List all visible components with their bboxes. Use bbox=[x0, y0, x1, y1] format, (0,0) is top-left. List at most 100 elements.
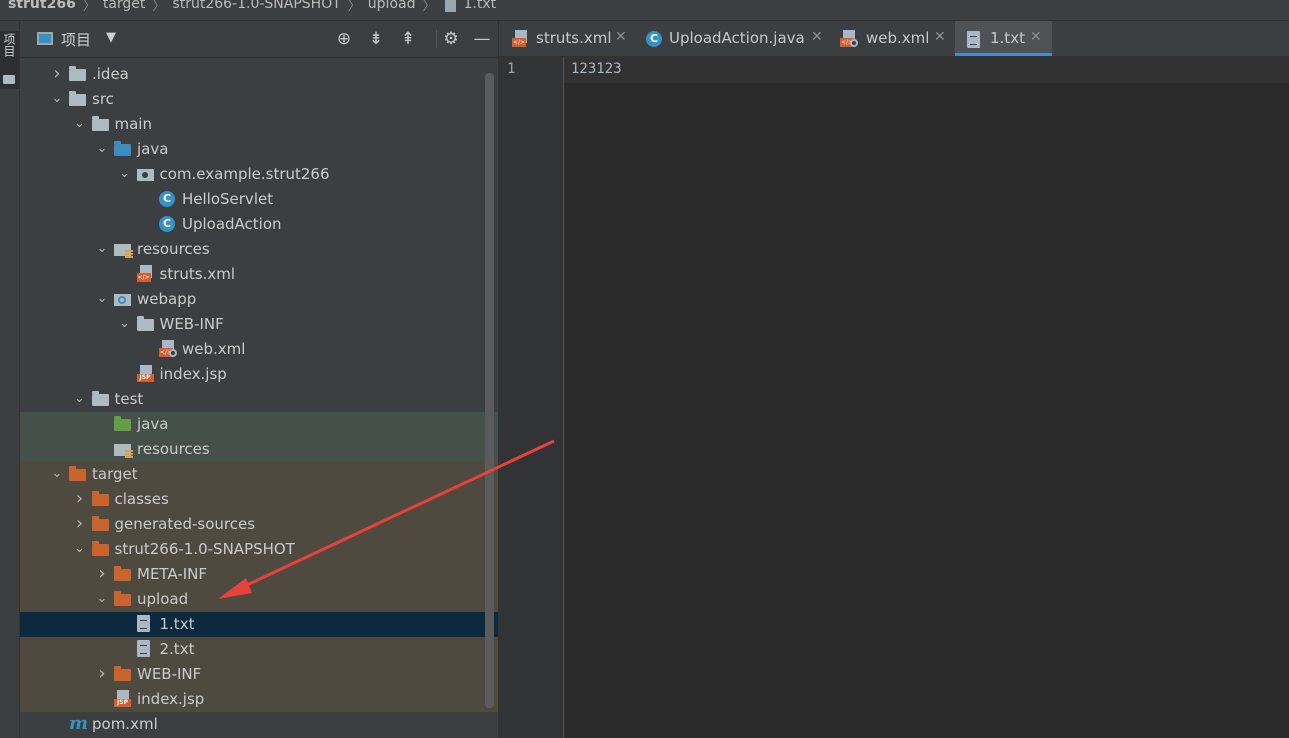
chevron-down-icon[interactable]: ⌄ bbox=[50, 90, 64, 108]
chevron-down-icon[interactable]: ⌄ bbox=[95, 290, 109, 308]
tree-item-index-jsp[interactable]: JSP index.jsp bbox=[20, 687, 498, 712]
chevron-right-icon[interactable]: › bbox=[73, 515, 87, 533]
tree-item-resources[interactable]: ⌄ resources bbox=[20, 237, 498, 262]
breadcrumb: strut266 〉 target 〉 strut266-1.0-SNAPSHO… bbox=[0, 0, 1289, 21]
project-panel: 项目 ▼ ⊕ ⇟ ⇞ ⚙ — › .idea ⌄ src ⌄ main ⌄ java ⌄ com.… bbox=[20, 21, 499, 738]
breadcrumb-project[interactable]: strut266 bbox=[0, 0, 80, 12]
webxml-file-icon: </> bbox=[840, 30, 858, 47]
excluded-folder-icon bbox=[114, 666, 131, 681]
tree-item-label: index.jsp bbox=[137, 690, 205, 708]
project-panel-header: 项目 ▼ ⊕ ⇟ ⇞ ⚙ — bbox=[20, 21, 498, 58]
chevron-down-icon[interactable]: ⌄ bbox=[73, 115, 87, 133]
breadcrumb-upload[interactable]: upload bbox=[364, 0, 420, 12]
xml-file-icon: </> bbox=[512, 30, 529, 47]
tree-item-resources[interactable]: resources bbox=[20, 437, 498, 462]
tab-uploadaction-java[interactable]: C UploadAction.java ✕ bbox=[635, 21, 828, 56]
tree-item-web-inf[interactable]: › WEB-INF bbox=[20, 662, 498, 687]
chevron-down-icon[interactable]: ⌄ bbox=[95, 140, 109, 158]
chevron-down-icon[interactable]: ⌄ bbox=[73, 540, 87, 558]
locate-icon[interactable]: ⊕ bbox=[333, 28, 355, 50]
breadcrumb-separator-icon: 〉 bbox=[422, 0, 436, 14]
tree-item-label: pom.xml bbox=[92, 715, 158, 733]
tree-item-2-txt[interactable]: 2.txt bbox=[20, 637, 498, 662]
chevron-down-icon[interactable]: ▼ bbox=[106, 30, 116, 45]
tree-item-label: resources bbox=[137, 240, 210, 258]
tree-item-java[interactable]: java bbox=[20, 412, 498, 437]
tree-item-uploadaction[interactable]: C UploadAction bbox=[20, 212, 498, 237]
close-icon[interactable]: ✕ bbox=[615, 29, 627, 45]
tree-item-java[interactable]: ⌄ java bbox=[20, 137, 498, 162]
tree-item-label: 2.txt bbox=[159, 640, 195, 658]
tree-item-src[interactable]: ⌄ src bbox=[20, 87, 498, 112]
close-icon[interactable]: ✕ bbox=[1030, 29, 1042, 45]
minimize-icon[interactable]: — bbox=[471, 28, 493, 50]
jsp-file-icon: JSP bbox=[136, 365, 154, 382]
tree-item-classes[interactable]: › classes bbox=[20, 487, 498, 512]
tab-label: UploadAction.java bbox=[669, 29, 805, 47]
chevron-down-icon[interactable]: ⌄ bbox=[95, 590, 109, 608]
tree-item-label: test bbox=[114, 390, 144, 408]
chevron-down-icon[interactable]: ⌄ bbox=[118, 315, 132, 333]
tab-web-xml[interactable]: </> web.xml ✕ bbox=[832, 21, 952, 56]
code-line[interactable]: 123123 bbox=[571, 61, 622, 77]
tree-item-web-inf[interactable]: ⌄ WEB-INF bbox=[20, 312, 498, 337]
java-class-icon: C bbox=[159, 216, 175, 232]
breadcrumb-file[interactable]: 1.txt bbox=[460, 0, 501, 12]
close-icon[interactable]: ✕ bbox=[811, 29, 823, 45]
tree-item-main[interactable]: ⌄ main bbox=[20, 112, 498, 137]
tree-item-helloservlet[interactable]: C HelloServlet bbox=[20, 187, 498, 212]
tab-1-txt[interactable]: 1.txt ✕ bbox=[955, 21, 1052, 56]
tree-item-strut266-1-0-snapshot[interactable]: ⌄ strut266-1.0-SNAPSHOT bbox=[20, 537, 498, 562]
tree-item-label: java bbox=[137, 415, 169, 433]
tree-item-webapp[interactable]: ⌄ webapp bbox=[20, 287, 498, 312]
jsp-file-icon: JSP bbox=[114, 690, 131, 707]
tab-struts-xml[interactable]: </> struts.xml ✕ bbox=[499, 21, 631, 56]
text-file-icon bbox=[967, 31, 980, 48]
excluded-folder-icon bbox=[114, 566, 131, 581]
chevron-right-icon[interactable]: › bbox=[95, 665, 109, 683]
tree-item-meta-inf[interactable]: › META-INF bbox=[20, 562, 498, 587]
tree-item-label: main bbox=[114, 115, 152, 133]
tree-item-upload[interactable]: ⌄ upload bbox=[20, 587, 498, 612]
text-file-icon bbox=[136, 615, 150, 632]
editor-area: </> struts.xml ✕ C UploadAction.java ✕ <… bbox=[499, 21, 1289, 738]
tree-item-test[interactable]: ⌄ test bbox=[20, 387, 498, 412]
chevron-down-icon[interactable]: ⌄ bbox=[118, 165, 132, 183]
breadcrumb-target[interactable]: target bbox=[99, 0, 150, 12]
gear-icon[interactable]: ⚙ bbox=[440, 28, 462, 50]
tree-item-com-example-strut266[interactable]: ⌄ com.example.strut266 bbox=[20, 162, 498, 187]
tree-item-web-xml[interactable]: </> web.xml bbox=[20, 337, 498, 362]
java-class-icon: C bbox=[646, 31, 662, 47]
chevron-right-icon[interactable]: › bbox=[50, 65, 64, 83]
chevron-down-icon[interactable]: ⌄ bbox=[50, 465, 64, 483]
close-icon[interactable]: ✕ bbox=[934, 29, 946, 45]
project-tool-label: 项目 bbox=[2, 33, 16, 57]
webxml-file-icon: </> bbox=[159, 340, 177, 357]
tree-item--idea[interactable]: › .idea bbox=[20, 62, 498, 87]
tree-item-target[interactable]: ⌄ target bbox=[20, 462, 498, 487]
excluded-folder-icon bbox=[91, 516, 109, 531]
tree-item-label: struts.xml bbox=[159, 265, 236, 283]
project-view-icon bbox=[37, 32, 53, 45]
tree-item-pom-xml[interactable]: m pom.xml bbox=[20, 712, 498, 737]
collapse-all-icon[interactable]: ⇞ bbox=[397, 28, 419, 50]
tree-item-1-txt[interactable]: 1.txt bbox=[20, 612, 498, 637]
chevron-down-icon[interactable]: ⌄ bbox=[95, 240, 109, 258]
tab-label: web.xml bbox=[866, 29, 930, 47]
tree-item-generated-sources[interactable]: › generated-sources bbox=[20, 512, 498, 537]
breadcrumb-separator-icon: 〉 bbox=[152, 0, 166, 14]
tree-scrollbar[interactable] bbox=[485, 73, 494, 708]
tree-item-struts-xml[interactable]: </> struts.xml bbox=[20, 262, 498, 287]
chevron-down-icon[interactable]: ⌄ bbox=[73, 390, 87, 408]
chevron-right-icon[interactable]: › bbox=[95, 565, 109, 583]
breadcrumb-snapshot[interactable]: strut266-1.0-SNAPSHOT bbox=[168, 0, 344, 12]
tree-item-label: META-INF bbox=[137, 565, 208, 583]
project-panel-title[interactable]: 项目 bbox=[61, 29, 91, 50]
excluded-folder-icon bbox=[69, 466, 86, 481]
chevron-right-icon[interactable]: › bbox=[73, 490, 87, 508]
tree-item-index-jsp[interactable]: JSP index.jsp bbox=[20, 362, 498, 387]
tree-item-label: resources bbox=[137, 440, 210, 458]
expand-all-icon[interactable]: ⇟ bbox=[365, 28, 387, 50]
project-tool-button[interactable]: 项目 bbox=[0, 31, 19, 89]
left-tool-stripe: 项目 bbox=[0, 21, 20, 738]
